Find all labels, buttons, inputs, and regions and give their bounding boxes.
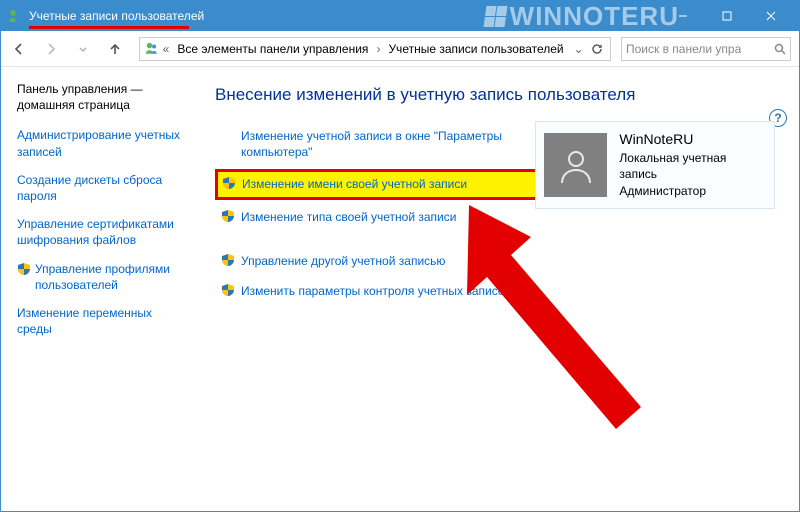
sidebar-item[interactable]: Изменение переменных среды bbox=[17, 305, 181, 337]
sidebar-item-label: Создание дискеты сброса пароля bbox=[17, 172, 181, 204]
user-type: Локальная учетная запись bbox=[619, 150, 766, 184]
shield-icon bbox=[221, 209, 235, 223]
toolbar: « Все элементы панели управления › Учетн… bbox=[1, 31, 799, 67]
titlebar: Учетные записи пользователей WINNOTERU bbox=[1, 1, 799, 31]
shield-icon bbox=[17, 262, 31, 276]
user-name: WinNoteRU bbox=[619, 130, 766, 150]
close-button[interactable] bbox=[749, 1, 793, 31]
action-link[interactable]: Изменение учетной записи в окне "Парамет… bbox=[215, 123, 555, 165]
user-card: WinNoteRU Локальная учетная запись Админ… bbox=[535, 121, 775, 209]
content: Внесение изменений в учетную запись поль… bbox=[191, 67, 799, 511]
chevron-right-icon: › bbox=[374, 42, 382, 56]
sidebar-item[interactable]: Управление сертификатами шифрования файл… bbox=[17, 216, 181, 248]
user-role: Администратор bbox=[619, 183, 766, 200]
breadcrumb-item[interactable]: Учетные записи пользователей bbox=[384, 42, 567, 56]
shield-icon bbox=[221, 253, 235, 267]
window-controls bbox=[661, 1, 793, 31]
page-title: Внесение изменений в учетную запись поль… bbox=[215, 85, 783, 105]
action-label: Управление другой учетной записью bbox=[241, 253, 445, 269]
action-link[interactable]: Изменить параметры контроля учетных запи… bbox=[215, 278, 555, 304]
windows-logo-icon bbox=[483, 6, 507, 27]
refresh-button[interactable] bbox=[588, 43, 606, 55]
action-link[interactable]: Изменение типа своей учетной записи bbox=[215, 204, 555, 230]
search-icon bbox=[774, 43, 786, 55]
action-label: Изменить параметры контроля учетных запи… bbox=[241, 283, 511, 299]
avatar bbox=[544, 133, 607, 197]
maximize-button[interactable] bbox=[705, 1, 749, 31]
sidebar-item[interactable]: Администрирование учетных записей bbox=[17, 127, 181, 159]
chevron-down-icon[interactable]: ⌄ bbox=[572, 42, 586, 56]
watermark: WINNOTERU bbox=[485, 1, 679, 32]
history-button[interactable] bbox=[69, 35, 97, 63]
search-placeholder: Поиск в панели упра bbox=[626, 42, 741, 56]
action-label: Изменение имени своей учетной записи bbox=[242, 176, 467, 192]
shield-icon bbox=[221, 283, 235, 297]
control-panel-home-link[interactable]: Панель управления — домашняя страница bbox=[17, 81, 181, 113]
users-icon bbox=[7, 8, 23, 24]
search-input[interactable]: Поиск в панели упра bbox=[621, 37, 791, 61]
action-label: Изменение типа своей учетной записи bbox=[241, 209, 456, 225]
sidebar-item[interactable]: Создание дискеты сброса пароля bbox=[17, 172, 181, 204]
minimize-button[interactable] bbox=[661, 1, 705, 31]
breadcrumb[interactable]: « Все элементы панели управления › Учетн… bbox=[139, 37, 611, 61]
user-info: WinNoteRU Локальная учетная запись Админ… bbox=[619, 130, 766, 200]
watermark-text: WINNOTERU bbox=[510, 1, 679, 32]
forward-button[interactable] bbox=[37, 35, 65, 63]
sidebar-item[interactable]: Управление профилями пользователей bbox=[17, 261, 181, 293]
breadcrumb-item[interactable]: Все элементы панели управления bbox=[173, 42, 372, 56]
breadcrumb-overflow[interactable]: « bbox=[161, 42, 172, 56]
shield-icon bbox=[222, 176, 236, 190]
back-button[interactable] bbox=[5, 35, 33, 63]
sidebar-item-label: Управление профилями пользователей bbox=[35, 261, 181, 293]
users-icon bbox=[144, 41, 159, 57]
action-link[interactable]: Изменение имени своей учетной записи bbox=[215, 169, 555, 199]
action-link[interactable]: Управление другой учетной записью bbox=[215, 248, 555, 274]
sidebar: Панель управления — домашняя страница Ад… bbox=[1, 67, 191, 511]
window: Учетные записи пользователей WINNOTERU bbox=[0, 0, 800, 512]
underline-annotation bbox=[29, 26, 189, 29]
action-list: Изменение учетной записи в окне "Парамет… bbox=[215, 123, 555, 304]
sidebar-item-label: Изменение переменных среды bbox=[17, 305, 181, 337]
window-title: Учетные записи пользователей bbox=[29, 9, 204, 23]
sidebar-item-label: Управление сертификатами шифрования файл… bbox=[17, 216, 181, 248]
body: ? Панель управления — домашняя страница … bbox=[1, 67, 799, 511]
up-button[interactable] bbox=[101, 35, 129, 63]
action-label: Изменение учетной записи в окне "Парамет… bbox=[241, 128, 549, 160]
sidebar-item-label: Администрирование учетных записей bbox=[17, 127, 181, 159]
